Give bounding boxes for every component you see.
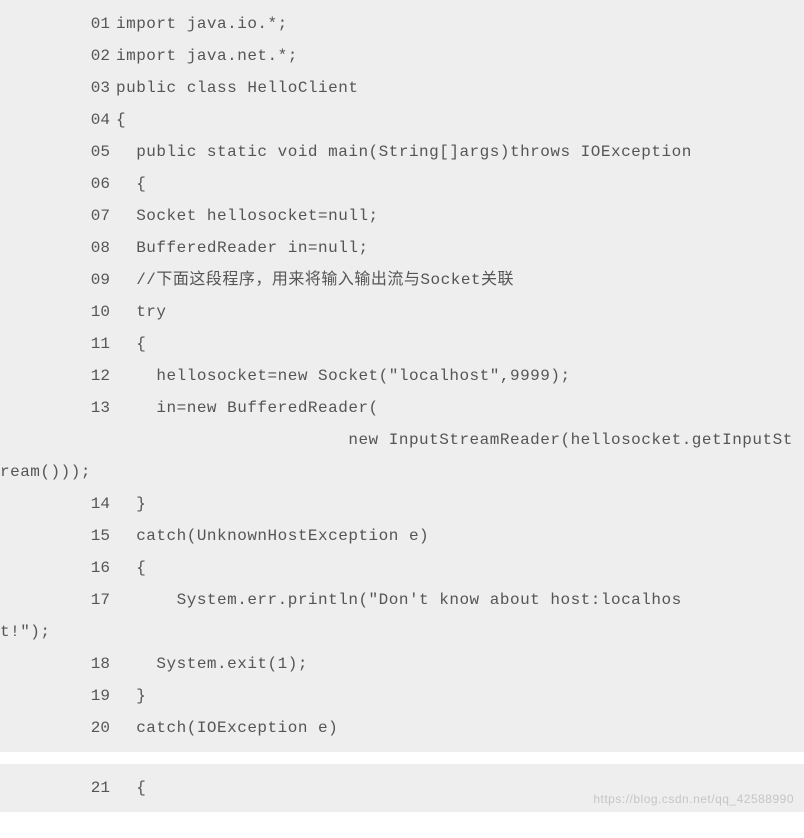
code-line: 14 } (0, 488, 804, 520)
code-line: 07 Socket hellosocket=null; (0, 200, 804, 232)
line-number: 15 (18, 520, 110, 552)
code-line: 01 import java.io.*; (0, 8, 804, 40)
code-text: new InputStreamReader(hellosocket.getInp… (116, 431, 793, 449)
code-line: 18 System.exit(1); (0, 648, 804, 680)
line-number: 12 (18, 360, 110, 392)
code-text: } (116, 687, 146, 705)
code-line: 03 public class HelloClient (0, 72, 804, 104)
line-number: 13 (18, 392, 110, 424)
code-line: 19 } (0, 680, 804, 712)
code-text: System.err.println(″Don't know about hos… (116, 591, 682, 609)
code-text: Socket hellosocket=null; (116, 207, 379, 225)
code-line: 16 { (0, 552, 804, 584)
code-text: { (116, 779, 146, 797)
line-number: 17 (18, 584, 110, 616)
code-text: System.exit(1); (116, 655, 308, 673)
line-number: 19 (18, 680, 110, 712)
line-number: 21 (18, 772, 110, 804)
code-line: 10 try (0, 296, 804, 328)
line-number: 08 (18, 232, 110, 264)
code-text: //下面这段程序，用来将输入输出流与Socket关联 (116, 271, 514, 289)
code-line: 05 public static void main(String[]args)… (0, 136, 804, 168)
code-container: 01import java.io.*;02import java.net.*;0… (0, 0, 804, 812)
code-text: } (116, 495, 146, 513)
code-line: t!″); (0, 616, 804, 648)
code-text: import java.net.*; (116, 47, 298, 65)
code-text: public class HelloClient (116, 79, 358, 97)
line-number: 16 (18, 552, 110, 584)
code-line: 09 //下面这段程序，用来将输入输出流与Socket关联 (0, 264, 804, 296)
line-number: 10 (18, 296, 110, 328)
watermark-text: https://blog.csdn.net/qq_42588990 (593, 792, 794, 806)
line-number: 05 (18, 136, 110, 168)
code-line: 13 in=new BufferedReader( (0, 392, 804, 424)
code-line: 11 { (0, 328, 804, 360)
code-line: 12 hellosocket=new Socket(″localhost″,99… (0, 360, 804, 392)
line-number: 14 (18, 488, 110, 520)
code-line: 06 { (0, 168, 804, 200)
line-number: 03 (18, 72, 110, 104)
line-number: 18 (18, 648, 110, 680)
line-number: 09 (18, 264, 110, 296)
code-text: { (116, 335, 146, 353)
code-line: 17 System.err.println(″Don't know about … (0, 584, 804, 616)
line-number: 02 (18, 40, 110, 72)
code-text: public static void main(String[]args)thr… (116, 143, 692, 161)
line-number: 07 (18, 200, 110, 232)
code-text: { (116, 175, 146, 193)
code-text: try (116, 303, 167, 321)
code-text: import java.io.*; (116, 15, 288, 33)
code-text: { (116, 559, 146, 577)
code-line: 08 BufferedReader in=null; (0, 232, 804, 264)
code-text: t!″); (0, 623, 51, 641)
code-line: new InputStreamReader(hellosocket.getInp… (0, 424, 804, 456)
line-number: 01 (18, 8, 110, 40)
line-number: 11 (18, 328, 110, 360)
line-number: 06 (18, 168, 110, 200)
code-text: catch(UnknownHostException e) (116, 527, 429, 545)
code-text: hellosocket=new Socket(″localhost″,9999)… (116, 367, 571, 385)
code-line: ream())); (0, 456, 804, 488)
code-text: BufferedReader in=null; (116, 239, 369, 257)
line-number: 04 (18, 104, 110, 136)
code-line: 15 catch(UnknownHostException e) (0, 520, 804, 552)
code-text: ream())); (0, 463, 91, 481)
code-block: 01import java.io.*;02import java.net.*;0… (0, 0, 804, 752)
code-line: 04 { (0, 104, 804, 136)
code-line: 20 catch(IOException e) (0, 712, 804, 744)
code-text: in=new BufferedReader( (116, 399, 379, 417)
code-text: { (116, 111, 126, 129)
code-text: catch(IOException e) (116, 719, 338, 737)
line-number: 20 (18, 712, 110, 744)
code-line: 02 import java.net.*; (0, 40, 804, 72)
